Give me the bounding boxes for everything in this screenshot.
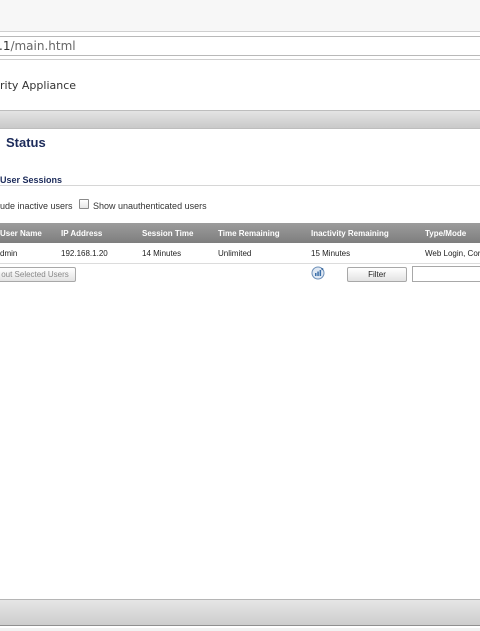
url-host: .1 xyxy=(0,39,11,53)
address-url: .1/main.html xyxy=(0,39,76,53)
table-header: User Name IP Address Session Time Time R… xyxy=(0,223,480,243)
filter-input[interactable] xyxy=(412,266,480,282)
cell-inactivity-remaining: 15 Minutes xyxy=(311,249,351,258)
nav-bar xyxy=(0,110,480,129)
column-header[interactable]: Time Remaining xyxy=(218,229,280,238)
header-divider xyxy=(0,59,480,60)
cell-type-mode: Web Login, Cor xyxy=(425,249,480,258)
show-unauthenticated-label[interactable]: Show unauthenticated users xyxy=(93,201,207,211)
table-row[interactable]: dmin 192.168.1.20 14 Minutes Unlimited 1… xyxy=(0,243,480,264)
column-header[interactable]: User Name xyxy=(0,229,42,238)
logout-selected-users-button[interactable]: out Selected Users xyxy=(0,267,76,282)
column-header[interactable]: Type/Mode xyxy=(425,229,466,238)
column-header[interactable]: Inactivity Remaining xyxy=(311,229,389,238)
footer-bar xyxy=(0,599,480,626)
column-header[interactable]: Session Time xyxy=(142,229,193,238)
filter-button[interactable]: Filter xyxy=(347,267,407,282)
page-title: Status xyxy=(6,135,46,150)
browser-toolbar xyxy=(0,0,480,32)
show-unauthenticated-checkbox[interactable] xyxy=(79,199,89,209)
refresh-icon[interactable] xyxy=(311,266,325,280)
cell-time-remaining: Unlimited xyxy=(218,249,252,258)
cell-user-name: dmin xyxy=(0,249,18,258)
section-title: User Sessions xyxy=(0,175,63,185)
appliance-name: rity Appliance xyxy=(0,79,77,92)
section-divider xyxy=(0,185,480,186)
include-inactive-label[interactable]: ude inactive users xyxy=(0,201,73,211)
cell-session-time: 14 Minutes xyxy=(142,249,182,258)
cell-ip-address: 192.168.1.20 xyxy=(61,249,108,258)
column-header[interactable]: IP Address xyxy=(61,229,102,238)
address-bar[interactable]: .1/main.html xyxy=(0,36,480,56)
url-path: /main.html xyxy=(10,39,76,53)
